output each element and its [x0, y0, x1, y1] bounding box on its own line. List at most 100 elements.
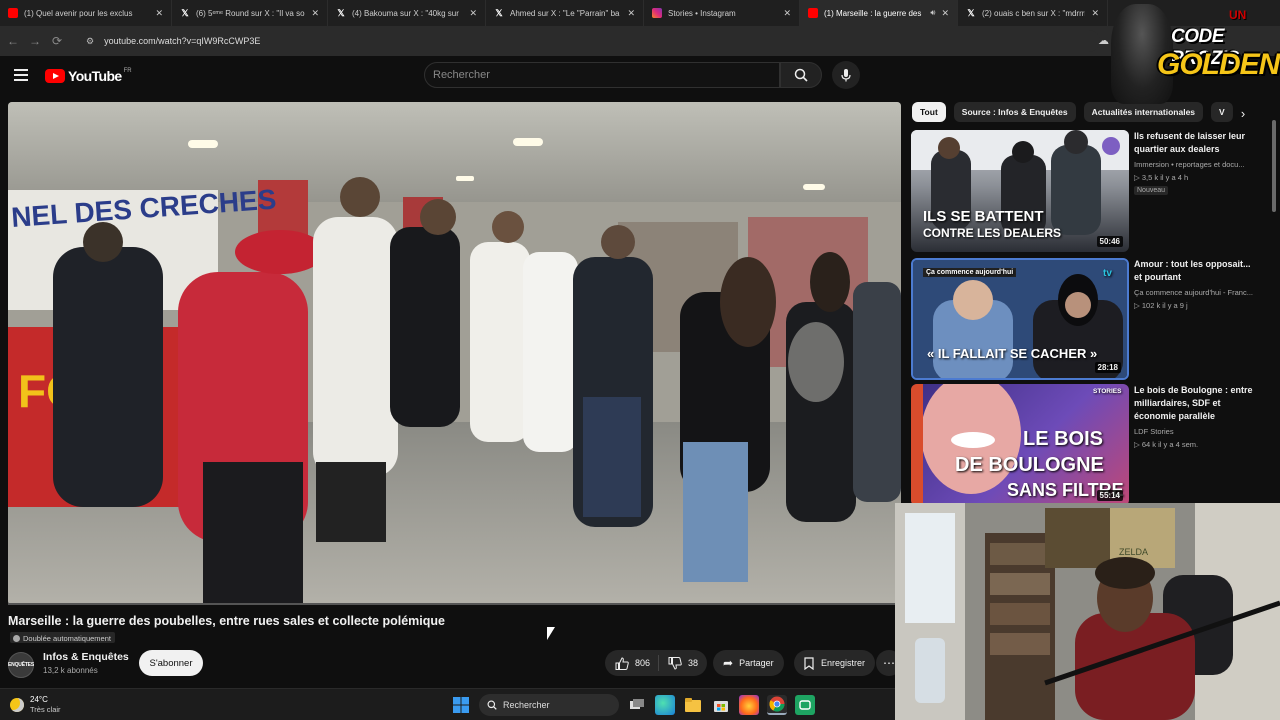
recommendation-item[interactable]: Ça commence aujourd'hui tv « IL FALLAIT … [911, 258, 1256, 382]
bookmark-icon [804, 656, 814, 670]
like-button[interactable]: 806 [605, 655, 659, 671]
browser-tab[interactable]: 𝕏 (4) Bakouma sur X : "40kg sur ✕ [328, 0, 486, 26]
tab-title: Ahmed sur X : "Le "Parrain" ba [510, 8, 620, 18]
tab-title: (6) 5ᵉᵐᵉ Round sur X : "Il va sorti [196, 8, 306, 18]
app-icon[interactable] [795, 695, 815, 715]
chip-international[interactable]: Actualités internationales [1083, 102, 1204, 122]
recommendation-meta: ▷ 102 k il y a 9 j [1134, 301, 1188, 310]
close-icon[interactable]: ✕ [1091, 8, 1099, 19]
tab-title: (1) Quel avenir pour les exclus [24, 8, 133, 18]
windows-start-icon[interactable] [451, 695, 471, 715]
save-label: Enregistrer [821, 658, 866, 668]
channel-avatar[interactable]: ENQUÊTES [8, 652, 34, 678]
recommendation-item[interactable]: STORIES LE BOIS DE BOULOGNE SANS FILTRE … [911, 384, 1256, 508]
weather-widget[interactable]: 24°C Très clair [10, 695, 61, 715]
chip-more[interactable]: V [1211, 102, 1233, 122]
recommendation-channel[interactable]: Ça commence aujourd'hui - Franc... [1134, 286, 1254, 299]
tab-title: (4) Bakouma sur X : "40kg sur [352, 8, 459, 18]
logo-tag: UN [1229, 8, 1247, 22]
chevron-right-icon[interactable]: › [1232, 102, 1254, 124]
chrome-icon[interactable] [767, 695, 787, 715]
video-thumbnail[interactable]: STORIES LE BOIS DE BOULOGNE SANS FILTRE … [911, 384, 1129, 506]
thumbs-up-icon [615, 656, 629, 670]
youtube-play-icon [45, 69, 65, 83]
subscribe-button[interactable]: S'abonner [139, 650, 203, 676]
thumbs-down-icon [668, 656, 682, 670]
search-icon [487, 700, 497, 710]
browser-tab-active[interactable]: (1) Marseille : la guerre des 🔊︎ ✕ [800, 0, 958, 26]
video-frame: NEL DES CRECHES FO [8, 102, 901, 605]
video-progress-bar[interactable] [8, 603, 901, 605]
edge-icon[interactable] [655, 695, 675, 715]
address-bar[interactable]: ⚙ youtube.com/watch?v=qIW9RcCWP3E [80, 30, 1100, 52]
chip-source[interactable]: Source : Infos & Enquêtes [953, 102, 1076, 122]
reload-icon[interactable]: ⟳ [46, 34, 68, 48]
search-box[interactable] [424, 62, 780, 88]
video-duration: 50:46 [1096, 236, 1123, 247]
close-icon[interactable]: ✕ [627, 8, 635, 19]
speaker-icon[interactable]: 🔊︎ [930, 8, 935, 18]
video-thumbnail[interactable]: Ça commence aujourd'hui tv « IL FALLAIT … [911, 258, 1129, 380]
share-label: Partager [739, 658, 774, 668]
taskbar-search[interactable]: Rechercher [479, 694, 619, 716]
file-explorer-icon[interactable] [683, 695, 703, 715]
browser-tab[interactable]: 𝕏 (2) ouais c ben sur X : "mdrrrr ✕ [958, 0, 1108, 26]
search-input[interactable] [433, 69, 779, 81]
thumbnail-text-line-2: CONTRE LES DEALERS [923, 226, 1062, 240]
tab-title: Stories • Instagram [668, 8, 736, 18]
recommendation-title[interactable]: Amour : tout les opposait... et pourtant [1134, 258, 1254, 284]
subscriber-count: 13,2 k abonnés [43, 666, 98, 675]
screen: (1) Quel avenir pour les exclus ✕ 𝕏 (6) … [0, 0, 1280, 720]
scrollbar[interactable] [1272, 120, 1276, 212]
close-icon[interactable]: ✕ [311, 8, 319, 19]
video-thumbnail[interactable]: ILS SE BATTENT CONTRE LES DEALERS 50:46 [911, 130, 1129, 252]
firefox-icon[interactable] [739, 695, 759, 715]
like-count: 806 [635, 658, 651, 668]
save-button[interactable]: Enregistrer [794, 650, 876, 676]
tab-title: (2) ouais c ben sur X : "mdrrrr [982, 8, 1086, 18]
close-icon[interactable]: ✕ [783, 8, 791, 19]
channel-name[interactable]: Infos & Enquêtes [43, 651, 129, 663]
recommendation-meta: ▷ 3,5 k il y a 4 h [1134, 173, 1189, 182]
recommendation-channel[interactable]: LDF Stories [1134, 425, 1254, 438]
back-icon[interactable]: ← [2, 34, 24, 48]
share-icon: ➦ [723, 656, 734, 670]
close-icon[interactable]: ✕ [469, 8, 477, 19]
search-button[interactable] [780, 62, 822, 88]
browser-tab[interactable]: 𝕏 (6) 5ᵉᵐᵉ Round sur X : "Il va sorti ✕ [172, 0, 328, 26]
chip-all[interactable]: Tout [912, 102, 946, 122]
webcam-overlay: ZELDA [895, 503, 1280, 720]
youtube-logo[interactable]: YouTube FR [45, 68, 132, 84]
recommendation-channel[interactable]: Immersion • reportages et docu... [1134, 158, 1254, 171]
channel-row: ENQUÊTES Infos & Enquêtes 13,2 k abonnés… [8, 650, 902, 678]
video-player[interactable]: NEL DES CRECHES FO [8, 102, 901, 605]
browser-tab[interactable]: 𝕏 Ahmed sur X : "Le "Parrain" ba ✕ [486, 0, 644, 26]
like-dislike-group: 806 38 [605, 650, 707, 676]
recommendation-item[interactable]: ILS SE BATTENT CONTRE LES DEALERS 50:46 … [911, 130, 1256, 254]
voice-search-button[interactable] [832, 61, 860, 89]
url-text: youtube.com/watch?v=qIW9RcCWP3E [104, 36, 261, 46]
instagram-icon [652, 8, 662, 18]
dubbed-icon [13, 634, 20, 642]
close-icon[interactable]: ✕ [941, 8, 949, 19]
recommendation-title[interactable]: Ils refusent de laisser leur quartier au… [1134, 130, 1254, 156]
taskbar-icons: Rechercher [451, 694, 815, 716]
site-settings-icon[interactable]: ⚙ [86, 36, 94, 47]
store-icon[interactable] [711, 695, 731, 715]
recommendation-title[interactable]: Le bois de Boulogne : entre milliardaire… [1134, 384, 1254, 423]
thumbnail-text-line-1: ILS SE BATTENT [923, 208, 1044, 225]
streamer-logo-overlay: UN CODE PROZIS GOLDENG [1105, 0, 1280, 105]
youtube-icon [808, 8, 818, 18]
close-icon[interactable]: ✕ [155, 8, 163, 19]
forward-icon[interactable]: → [24, 34, 46, 48]
recommendation-meta: ▷ 64 k il y a 4 sem. [1134, 440, 1199, 449]
dislike-button[interactable]: 38 [659, 656, 698, 670]
x-icon: 𝕏 [181, 7, 189, 18]
browser-tab[interactable]: (1) Quel avenir pour les exclus ✕ [0, 0, 172, 26]
menu-icon[interactable] [14, 69, 28, 81]
share-button[interactable]: ➦ Partager [713, 650, 784, 676]
task-view-icon[interactable] [627, 695, 647, 715]
browser-tab[interactable]: Stories • Instagram ✕ [644, 0, 800, 26]
tab-title: (1) Marseille : la guerre des [824, 8, 922, 18]
thumbnail-text-line-1: « IL FALLAIT SE CACHER » [927, 346, 1098, 361]
